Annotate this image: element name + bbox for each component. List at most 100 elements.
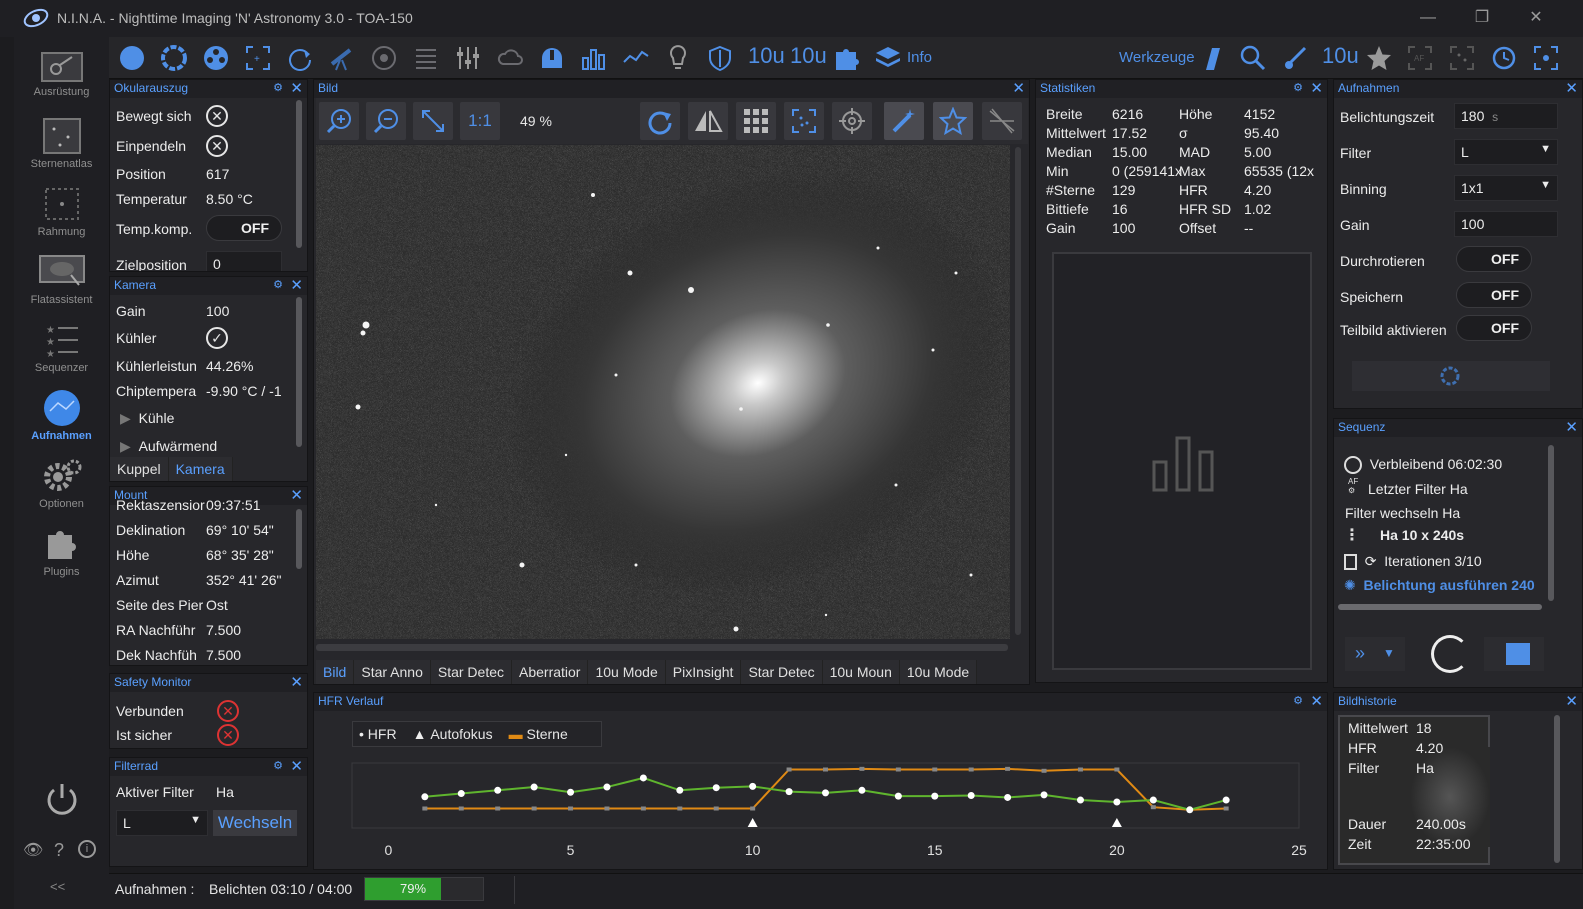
sidebar-item-equipment[interactable]: Ausrüstung — [14, 51, 109, 98]
annotate-stars-button[interactable] — [933, 102, 973, 140]
search-icon[interactable] — [1239, 44, 1267, 72]
close-icon[interactable]: ✕ — [290, 277, 303, 294]
history-thumbnail[interactable]: Mittelwert 18 HFR 4.20 Filter Ha Dauer 2… — [1338, 715, 1490, 865]
tab-aberration[interactable]: Aberratior — [512, 660, 589, 684]
puzzle-icon[interactable] — [832, 44, 860, 72]
capture-button[interactable] — [1352, 361, 1550, 391]
autofocus-icon[interactable]: AF — [1406, 44, 1434, 72]
lightbulb-icon[interactable] — [664, 44, 692, 72]
close-icon[interactable]: ✕ — [1310, 693, 1323, 710]
tab-10u-model[interactable]: 10u Mode — [588, 660, 666, 684]
horizontal-scrollbar[interactable] — [316, 644, 1008, 651]
layers-icon[interactable] — [874, 44, 902, 72]
tab-star-detection-2[interactable]: Star Detec — [741, 660, 823, 684]
tab-pixinsight[interactable]: PixInsight — [665, 660, 742, 684]
eye-icon[interactable]: 👁 — [23, 840, 43, 860]
history-icon[interactable] — [1490, 44, 1518, 72]
aperture-icon[interactable] — [160, 44, 188, 72]
tab-star-annotation[interactable]: Star Anno — [354, 660, 431, 684]
histogram-icon[interactable] — [580, 44, 608, 72]
sidebar-item-imaging[interactable]: Aufnahmen — [14, 389, 109, 442]
grid-button[interactable] — [736, 102, 776, 140]
dome-icon[interactable] — [538, 44, 566, 72]
settings-icon[interactable]: ⚙ — [1293, 80, 1303, 97]
close-icon[interactable]: ✕ — [1012, 80, 1025, 97]
settings-icon[interactable]: ⚙ — [273, 80, 283, 97]
skip-button[interactable]: » ▼ — [1345, 637, 1405, 671]
sidebar-item-flat-wizard[interactable]: Flatassistent — [14, 253, 109, 306]
hfr-graph-icon[interactable] — [622, 44, 650, 72]
save-toggle[interactable]: OFF — [1456, 282, 1532, 308]
sidebar-item-options[interactable]: Optionen — [14, 457, 109, 510]
close-icon[interactable]: ✕ — [290, 80, 303, 97]
frame-focus-icon[interactable]: + — [244, 44, 272, 72]
settings-icon[interactable]: ⚙ — [1293, 693, 1303, 710]
auto-stretch-button[interactable] — [884, 102, 924, 140]
zoom-out-button[interactable] — [366, 102, 406, 140]
close-icon[interactable]: ✕ — [1565, 693, 1578, 710]
weather-icon[interactable] — [496, 44, 524, 72]
pen-tool-icon[interactable] — [1198, 44, 1226, 72]
running-instruction[interactable]: ✺ Belichtung ausführen 240 — [1344, 577, 1535, 594]
minimize-button[interactable]: — — [1413, 6, 1443, 30]
exposure-time-input[interactable]: 180 s — [1454, 103, 1558, 129]
sidebar-item-plugins[interactable]: Plugins — [14, 525, 109, 578]
tab-10u-mount[interactable]: 10u Moun — [822, 660, 900, 684]
vertical-scrollbar[interactable] — [1015, 147, 1021, 635]
settings-icon[interactable]: ⚙ — [273, 758, 283, 775]
subframe-toggle[interactable]: OFF — [1456, 315, 1532, 341]
ten-micron-icon[interactable]: 10u — [1322, 43, 1359, 69]
star-detection-icon[interactable] — [1448, 44, 1476, 72]
maximize-button[interactable]: ❐ — [1467, 6, 1497, 30]
filter-select[interactable]: L ▼ — [116, 810, 208, 836]
cool-expander[interactable]: ▶ Kühle — [120, 410, 174, 427]
brush-icon[interactable] — [1281, 44, 1309, 72]
close-window-button[interactable]: ✕ — [1521, 6, 1551, 30]
gain-input[interactable]: 100 — [1454, 211, 1558, 237]
rotate-button[interactable] — [640, 102, 680, 140]
zoom-in-button[interactable] — [319, 102, 359, 140]
scrollbar[interactable] — [1554, 715, 1560, 863]
filter-select[interactable]: L ▼ — [1454, 139, 1558, 165]
ten-micron-icon[interactable]: 10u — [748, 43, 785, 69]
sidebar-item-framing[interactable]: Rahmung — [14, 185, 109, 238]
star-icon[interactable] — [1365, 44, 1393, 72]
camera-toggle-icon[interactable] — [118, 44, 146, 72]
telescope-icon[interactable] — [328, 44, 356, 72]
scrollbar[interactable] — [1548, 445, 1554, 601]
collapse-sidebar-button[interactable]: << — [50, 879, 65, 894]
temp-comp-toggle[interactable]: OFF — [206, 215, 282, 241]
target-position-input[interactable]: 0 — [206, 251, 282, 271]
filter-wheel-icon[interactable] — [202, 44, 230, 72]
change-filter-button[interactable]: Wechseln — [213, 810, 297, 836]
plate-solve-icon[interactable] — [1532, 44, 1560, 72]
bahtinov-button[interactable] — [982, 102, 1022, 140]
stop-button[interactable] — [1484, 637, 1544, 671]
safety-shield-icon[interactable] — [706, 44, 734, 72]
close-icon[interactable]: ✕ — [1310, 80, 1323, 97]
scrollbar[interactable] — [296, 509, 302, 569]
info-toolbar-button[interactable]: Info — [907, 49, 932, 66]
tab-dome[interactable]: Kuppel — [110, 457, 169, 481]
sidebar-item-star-atlas[interactable]: Sternenatlas — [14, 117, 109, 170]
settings-icon[interactable]: ⚙ — [273, 277, 283, 294]
zoom-1-1-button[interactable]: 1:1 — [460, 102, 500, 140]
captured-image[interactable] — [316, 145, 1010, 639]
close-icon[interactable]: ✕ — [1565, 419, 1578, 436]
detect-stars-button[interactable] — [784, 102, 824, 140]
loop-toggle[interactable]: OFF — [1456, 246, 1532, 272]
close-icon[interactable]: ✕ — [1565, 80, 1578, 97]
tab-10u-model-2[interactable]: 10u Mode — [899, 660, 978, 684]
crosshair-button[interactable] — [832, 102, 872, 140]
scrollbar[interactable] — [296, 297, 302, 447]
warm-expander[interactable]: ▶ Aufwärmend — [120, 438, 217, 455]
info-icon[interactable]: i — [78, 840, 96, 858]
help-icon[interactable]: ? — [54, 840, 64, 861]
switch-hub-icon[interactable] — [454, 44, 482, 72]
horizontal-scrollbar[interactable] — [1338, 604, 1542, 610]
ten-micron-icon[interactable]: 10u — [790, 43, 827, 69]
close-icon[interactable]: ✕ — [290, 487, 303, 504]
tab-star-detection[interactable]: Star Detec — [430, 660, 512, 684]
close-icon[interactable]: ✕ — [290, 758, 303, 775]
guider-icon[interactable] — [370, 44, 398, 72]
